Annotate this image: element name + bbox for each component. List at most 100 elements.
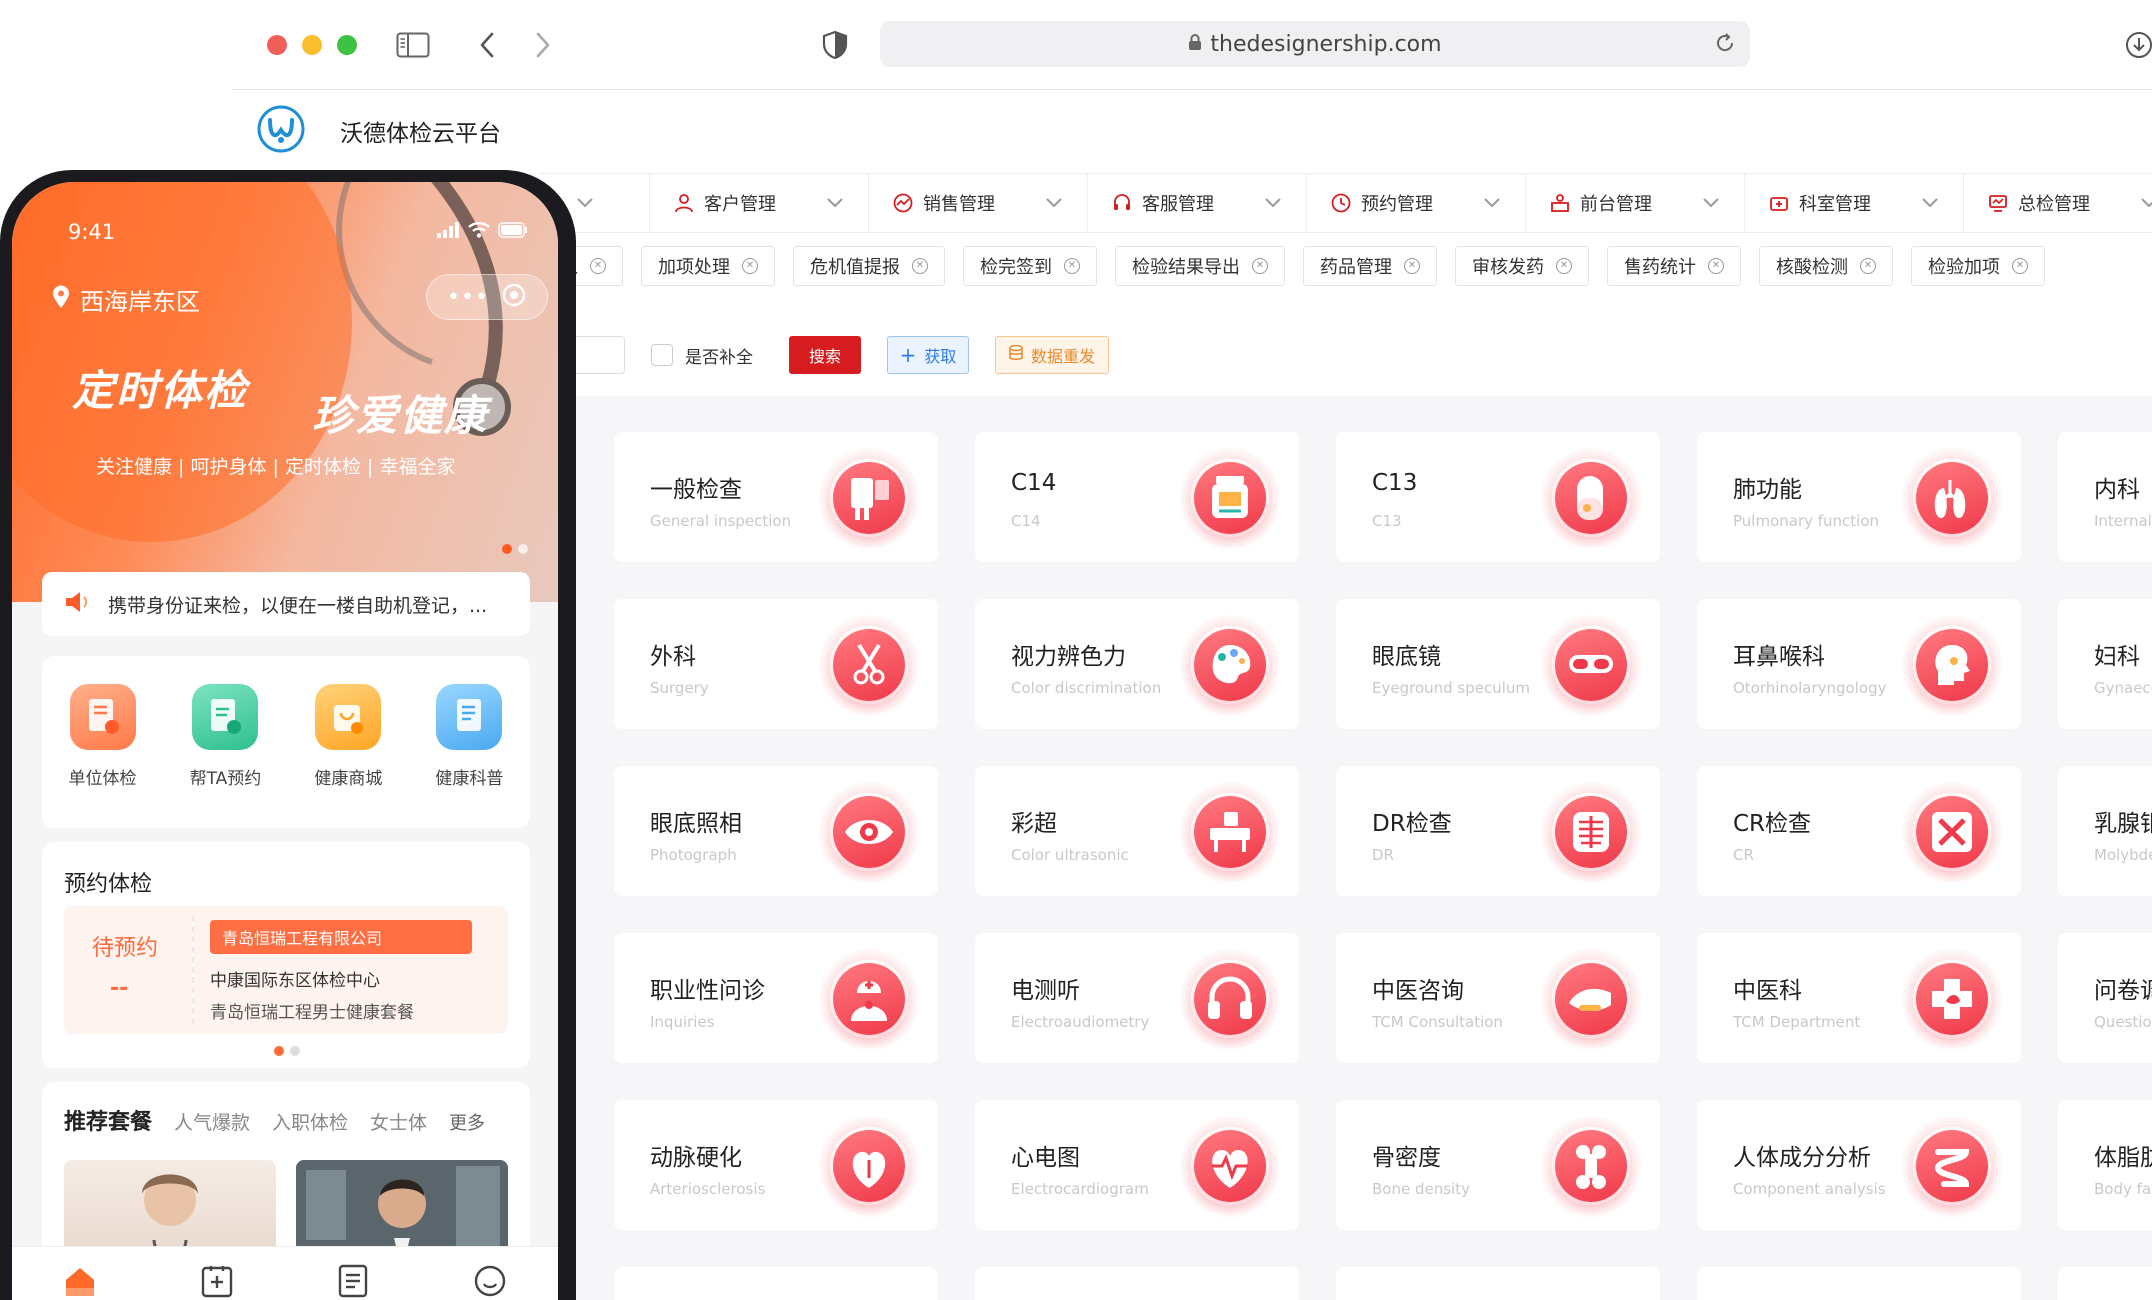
exam-card-title: 中医咨询 <box>1372 978 1464 1004</box>
exam-card[interactable]: 中医咨询 TCM Consultation <box>1336 933 1660 1063</box>
tag-item[interactable]: 危机值提报 ✕ <box>793 246 945 286</box>
quick-item-unit-exam[interactable]: 单位体检 <box>69 684 137 828</box>
exam-card[interactable]: C14 C14 <box>975 432 1299 562</box>
tab-department[interactable]: 科室管理 <box>1745 173 1964 233</box>
window-close-button[interactable] <box>267 35 287 55</box>
window-zoom-button[interactable] <box>337 35 357 55</box>
tag-item[interactable]: 药品管理 ✕ <box>1303 246 1437 286</box>
exam-card[interactable]: 妇科 Gynaeco <box>2058 599 2152 729</box>
exam-card[interactable]: 视力辨色力 Color discrimination <box>975 599 1299 729</box>
appointment-item[interactable]: 待预约 -- 青岛恒瑞工程有限公司 中康国际东区体检中心 青岛恒瑞工程男士健康套… <box>64 906 508 1034</box>
tag-item[interactable]: 加项处理 ✕ <box>641 246 775 286</box>
close-icon[interactable]: ✕ <box>1860 258 1876 274</box>
exam-card[interactable]: 眼底照相 Photograph <box>614 766 938 896</box>
exam-card[interactable]: 彩超 Color ultrasonic <box>975 766 1299 896</box>
exam-card[interactable]: 人体成分分析 Component analysis <box>1697 1100 2021 1230</box>
exam-card-title: 彩超 <box>1011 811 1057 837</box>
exam-card[interactable] <box>1336 1267 1660 1300</box>
tab-sales[interactable]: 销售管理 <box>869 173 1088 233</box>
exam-card[interactable]: 问卷调 Questio <box>2058 933 2152 1063</box>
tab-label: 前台管理 <box>1580 194 1652 215</box>
close-icon[interactable]: ✕ <box>1708 258 1724 274</box>
close-icon[interactable]: ✕ <box>1064 258 1080 274</box>
home-tab-icon[interactable] <box>58 1259 102 1300</box>
close-icon[interactable]: ✕ <box>2012 258 2028 274</box>
exam-card[interactable]: 耳鼻喉科 Otorhinolaryngology <box>1697 599 2021 729</box>
tag-item[interactable]: 核酸检测 ✕ <box>1759 246 1893 286</box>
exam-card[interactable]: 体脂肪 Body fa <box>2058 1100 2152 1230</box>
tag-item[interactable]: 检验结果导出 ✕ <box>1115 246 1285 286</box>
more-link[interactable]: 更多 <box>449 1109 485 1135</box>
tag-item[interactable]: 审核发药 ✕ <box>1455 246 1589 286</box>
exam-card[interactable] <box>614 1267 938 1300</box>
download-icon[interactable] <box>2120 26 2152 64</box>
report-tab-icon[interactable] <box>331 1259 375 1300</box>
exam-card[interactable]: 电测听 Electroaudiometry <box>975 933 1299 1063</box>
app-logo-icon <box>256 104 306 154</box>
quick-item-book-for-others[interactable]: 帮TA预约 <box>190 684 261 828</box>
back-arrow-icon[interactable] <box>468 26 506 64</box>
address-bar[interactable]: thedesignership.com <box>880 21 1750 67</box>
reload-icon[interactable] <box>1714 32 1736 60</box>
exam-card[interactable]: 乳腺钼 Molybde <box>2058 766 2152 896</box>
exam-card[interactable]: CR检查 CR <box>1697 766 2021 896</box>
quick-item-health-mall[interactable]: 健康商城 <box>314 684 382 828</box>
exam-card[interactable]: DR检查 DR <box>1336 766 1660 896</box>
more-dots-icon[interactable]: ••• <box>447 285 489 310</box>
fetch-button[interactable]: + 获取 <box>887 336 969 374</box>
head-icon <box>1902 615 2002 715</box>
lungs-icon <box>1902 448 2002 548</box>
exam-card[interactable]: 骨密度 Bone density <box>1336 1100 1660 1230</box>
exam-card[interactable]: 一般检查 General inspection <box>614 432 938 562</box>
exam-card-subtitle: Pulmonary function <box>1733 512 1880 530</box>
complete-checkbox[interactable] <box>651 344 673 366</box>
recommend-tab[interactable]: 女士体 <box>370 1108 427 1135</box>
quick-item-health-science[interactable]: 健康科普 <box>435 684 503 828</box>
tag-item[interactable]: 售药统计 ✕ <box>1607 246 1741 286</box>
exam-card[interactable]: 外科 Surgery <box>614 599 938 729</box>
close-icon[interactable]: ✕ <box>1556 258 1572 274</box>
search-button[interactable]: 搜索 <box>789 336 861 374</box>
shield-icon[interactable] <box>816 26 854 64</box>
tag-item[interactable]: 检完签到 ✕ <box>963 246 1097 286</box>
close-icon[interactable]: ✕ <box>1404 258 1420 274</box>
close-icon[interactable]: ✕ <box>590 258 606 274</box>
location-selector[interactable]: 西海岸东区 <box>52 282 200 317</box>
exam-card[interactable] <box>1697 1267 2021 1300</box>
exam-card[interactable]: 职业性问诊 Inquiries <box>614 933 938 1063</box>
tab-general-check[interactable]: 总检管理 <box>1964 173 2152 233</box>
exam-card[interactable]: C13 C13 <box>1336 432 1660 562</box>
window-minimize-button[interactable] <box>302 35 322 55</box>
exam-card[interactable]: 动脉硬化 Arteriosclerosis <box>614 1100 938 1230</box>
exam-card[interactable] <box>975 1267 1299 1300</box>
tag-label: 检验结果导出 <box>1132 257 1240 278</box>
recommend-title: 推荐套餐 <box>64 1110 153 1135</box>
close-circle-icon[interactable] <box>501 282 527 312</box>
close-icon[interactable]: ✕ <box>912 258 928 274</box>
notice-bar[interactable]: 携带身份证来检，以便在一楼自助机登记，... <box>42 572 530 636</box>
exam-card[interactable]: 心电图 Electrocardiogram <box>975 1100 1299 1230</box>
tab-frontdesk[interactable]: 前台管理 <box>1526 173 1745 233</box>
forward-arrow-icon[interactable] <box>524 26 562 64</box>
tag-label: 核酸检测 <box>1776 257 1848 278</box>
exam-card[interactable]: 肺功能 Pulmonary function <box>1697 432 2021 562</box>
recommend-tab[interactable]: 入职体检 <box>272 1108 348 1135</box>
tab-appointment[interactable]: 预约管理 <box>1307 173 1526 233</box>
profile-tab-icon[interactable] <box>468 1259 512 1300</box>
tab-service[interactable]: 客服管理 <box>1088 173 1307 233</box>
intestine-icon <box>1902 1116 2002 1216</box>
exam-card[interactable]: 眼底镜 Eyeground speculum <box>1336 599 1660 729</box>
recommend-tab[interactable]: 人气爆款 <box>174 1108 250 1135</box>
exam-card[interactable] <box>2058 1267 2152 1300</box>
miniapp-capsule[interactable]: ••• <box>426 274 548 320</box>
close-icon[interactable]: ✕ <box>1252 258 1268 274</box>
tab-customer[interactable]: 客户管理 <box>650 173 869 233</box>
exam-card[interactable]: 内科 Internal <box>2058 432 2152 562</box>
exam-card-subtitle: DR <box>1372 846 1394 864</box>
close-icon[interactable]: ✕ <box>742 258 758 274</box>
sidebar-toggle-icon[interactable] <box>394 26 432 64</box>
exam-card[interactable]: 中医科 TCM Department <box>1697 933 2021 1063</box>
add-appointment-tab-icon[interactable] <box>195 1259 239 1300</box>
resend-button[interactable]: 数据重发 <box>995 336 1109 374</box>
tag-item[interactable]: 检验加项 ✕ <box>1911 246 2045 286</box>
